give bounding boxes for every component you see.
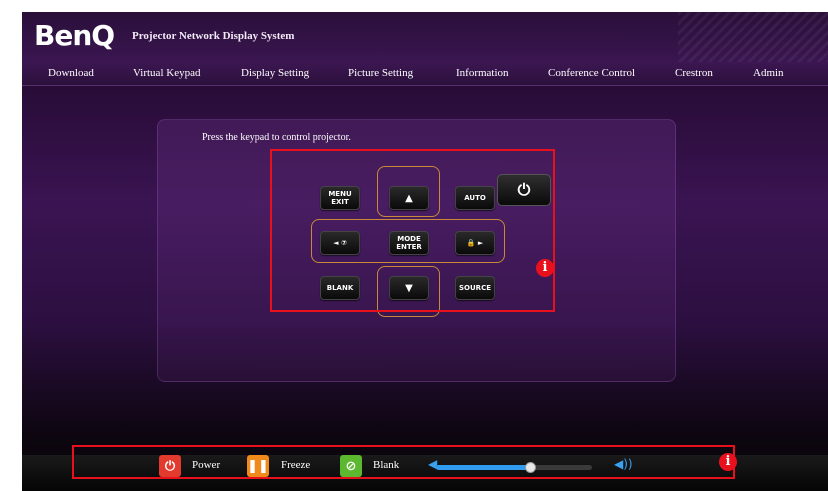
info-icon-bar: i bbox=[719, 453, 737, 471]
nav-item-display-setting[interactable]: Display Setting bbox=[241, 67, 309, 79]
system-title: Projector Network Display System bbox=[132, 30, 295, 42]
nav-item-crestron[interactable]: Crestron bbox=[675, 67, 713, 79]
benq-logo: BenQ bbox=[34, 19, 115, 52]
keypad-highlight bbox=[270, 149, 555, 312]
header: BenQ Projector Network Display System bbox=[22, 12, 828, 82]
nav-item-virtual-keypad[interactable]: Virtual Keypad bbox=[133, 67, 200, 79]
nav-bar: Download Virtual Keypad Display Setting … bbox=[22, 62, 828, 86]
nav-item-admin[interactable]: Admin bbox=[753, 67, 784, 79]
nav-item-picture-setting[interactable]: Picture Setting bbox=[348, 67, 413, 79]
nav-item-download[interactable]: Download bbox=[48, 67, 94, 79]
nav-item-information[interactable]: Information bbox=[456, 67, 509, 79]
nav-item-conference-control[interactable]: Conference Control bbox=[548, 67, 635, 79]
keypad-instruction: Press the keypad to control projector. bbox=[202, 132, 351, 143]
control-bar-highlight bbox=[72, 445, 735, 479]
info-icon: i bbox=[536, 259, 554, 277]
